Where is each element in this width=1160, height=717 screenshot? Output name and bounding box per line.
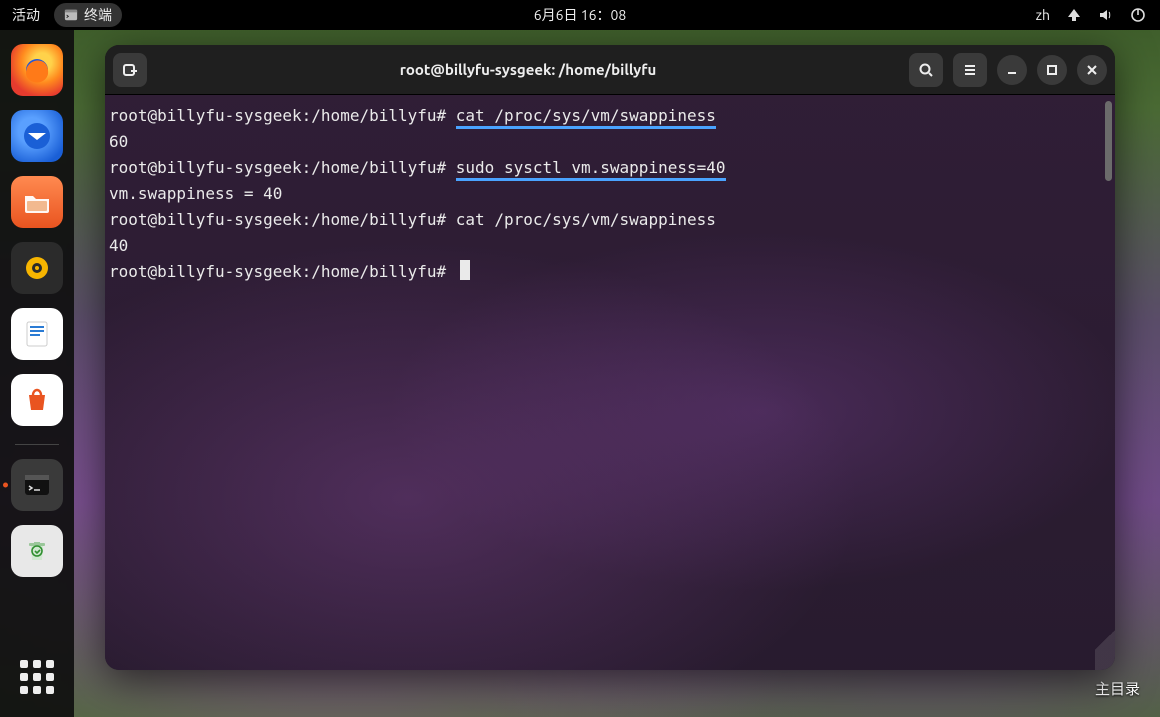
trash-icon xyxy=(20,534,54,568)
minimize-icon xyxy=(1004,62,1020,78)
terminal-content[interactable]: root@billyfu-sysgeek:/home/billyfu# cat … xyxy=(105,95,1115,670)
dock-rhythmbox[interactable] xyxy=(11,242,63,294)
terminal-prompt-line: root@billyfu-sysgeek:/home/billyfu# xyxy=(109,259,1113,285)
dock-thunderbird[interactable] xyxy=(11,110,63,162)
menu-icon xyxy=(962,62,978,78)
input-method-indicator[interactable]: zh xyxy=(1036,7,1050,23)
terminal-prompt-line: root@billyfu-sysgeek:/home/billyfu# sudo… xyxy=(109,155,1113,181)
speaker-icon xyxy=(20,251,54,285)
app-menu-label: 终端 xyxy=(84,5,112,25)
window-titlebar[interactable]: root@billyfu-sysgeek: /home/billyfu xyxy=(105,45,1115,95)
maximize-icon xyxy=(1044,62,1060,78)
resize-handle[interactable] xyxy=(1095,610,1115,670)
network-icon[interactable] xyxy=(1066,7,1082,23)
firefox-icon xyxy=(20,53,54,87)
top-panel: 活动 终端 6月6日 16：08 zh xyxy=(0,0,1160,30)
terminal-prompt-line: root@billyfu-sysgeek:/home/billyfu# cat … xyxy=(109,207,1113,233)
dock-terminal[interactable] xyxy=(11,459,63,511)
terminal-cursor xyxy=(460,260,470,280)
shopping-bag-icon xyxy=(20,383,54,417)
terminal-icon xyxy=(20,468,54,502)
dock-libreoffice-writer[interactable] xyxy=(11,308,63,360)
thunderbird-icon xyxy=(20,119,54,153)
terminal-scrollbar[interactable] xyxy=(1105,101,1112,181)
terminal-window: root@billyfu-sysgeek: /home/billyfu root… xyxy=(105,45,1115,670)
terminal-prompt-line: root@billyfu-sysgeek:/home/billyfu# cat … xyxy=(109,103,1113,129)
new-tab-icon xyxy=(122,62,138,78)
document-icon xyxy=(20,317,54,351)
window-title: root@billyfu-sysgeek: /home/billyfu xyxy=(155,61,901,78)
dock-separator xyxy=(15,444,59,445)
volume-icon[interactable] xyxy=(1098,7,1114,23)
activities-button[interactable]: 活动 xyxy=(12,5,40,25)
folder-icon xyxy=(20,185,54,219)
close-icon xyxy=(1084,62,1100,78)
close-button[interactable] xyxy=(1077,55,1107,85)
search-icon xyxy=(918,62,934,78)
terminal-output-line: 40 xyxy=(109,233,1113,259)
power-icon[interactable] xyxy=(1130,7,1146,23)
terminal-icon xyxy=(64,8,78,22)
search-button[interactable] xyxy=(909,53,943,87)
minimize-button[interactable] xyxy=(997,55,1027,85)
desktop-home-folder[interactable]: 主目录 xyxy=(1095,678,1140,699)
new-tab-button[interactable] xyxy=(113,53,147,87)
clock[interactable]: 6月6日 16：08 xyxy=(534,5,627,25)
hamburger-menu-button[interactable] xyxy=(953,53,987,87)
terminal-output-line: vm.swappiness = 40 xyxy=(109,181,1113,207)
dock-ubuntu-software[interactable] xyxy=(11,374,63,426)
maximize-button[interactable] xyxy=(1037,55,1067,85)
dock-files[interactable] xyxy=(11,176,63,228)
app-menu[interactable]: 终端 xyxy=(54,3,122,27)
terminal-output-line: 60 xyxy=(109,129,1113,155)
dock xyxy=(0,30,74,717)
dock-firefox[interactable] xyxy=(11,44,63,96)
status-area[interactable]: zh xyxy=(1036,7,1160,23)
show-applications-button[interactable] xyxy=(17,657,57,697)
dock-trash[interactable] xyxy=(11,525,63,577)
